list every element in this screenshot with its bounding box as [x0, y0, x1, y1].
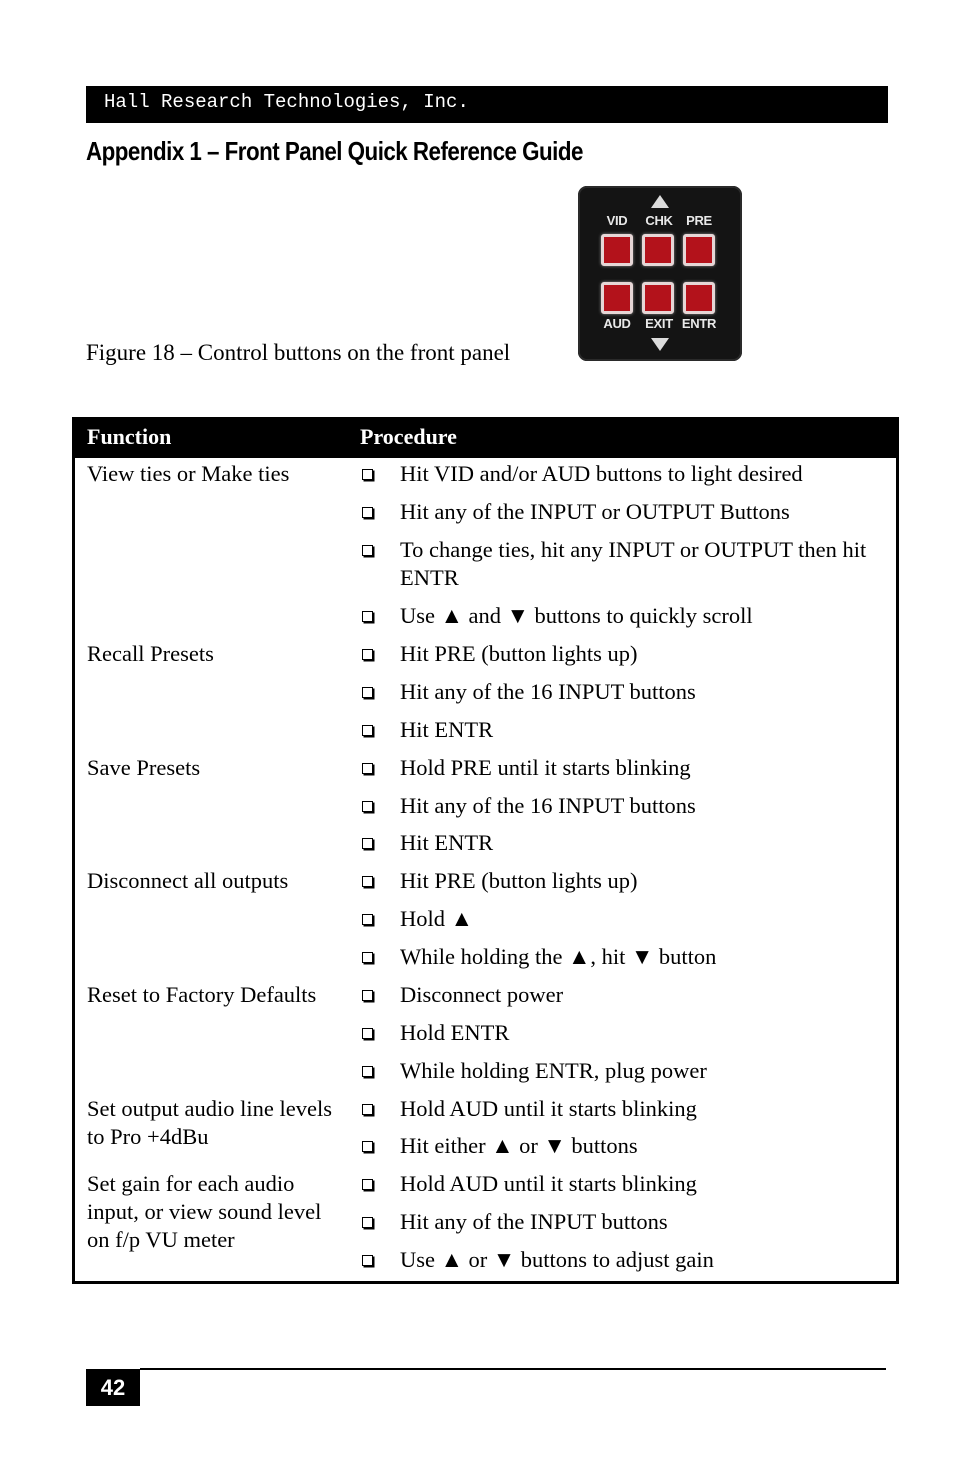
checkbox-bullet-icon: [362, 1141, 373, 1152]
checkbox-bullet-icon: [362, 545, 373, 556]
procedure-step: Hit ENTR: [362, 716, 887, 744]
function-cell: View ties or Make ties: [87, 461, 290, 486]
procedure-step-text: Hit any of the 16 INPUT buttons: [400, 679, 696, 704]
footer-rule: [140, 1368, 886, 1370]
procedure-step: Hit any of the 16 INPUT buttons: [362, 678, 887, 706]
procedure-step-text: Hold AUD until it starts blinking: [400, 1171, 697, 1196]
procedure-step: Use ▲ or ▼ buttons to adjust gain: [362, 1246, 887, 1274]
panel-button-pre: [683, 234, 715, 266]
procedure-step: Hit any of the INPUT or OUTPUT Buttons: [362, 498, 887, 526]
procedure-step-text: While holding ENTR, plug power: [400, 1058, 707, 1083]
checkbox-bullet-icon: [362, 1255, 373, 1266]
procedure-step-text: Hit VID and/or AUD buttons to light desi…: [400, 461, 803, 486]
procedure-step-text: Disconnect power: [400, 982, 564, 1007]
checkbox-bullet-icon: [362, 1104, 373, 1115]
checkbox-bullet-icon: [362, 1179, 373, 1190]
procedure-step: Hit VID and/or AUD buttons to light desi…: [362, 460, 887, 488]
procedure-step: Use ▲ and ▼ buttons to quickly scroll: [362, 602, 887, 630]
checkbox-bullet-icon: [362, 763, 373, 774]
function-cell: Save Presets: [87, 755, 201, 780]
page-number: 42: [86, 1369, 140, 1406]
checkbox-bullet-icon: [362, 687, 373, 698]
checkbox-bullet-icon: [362, 725, 373, 736]
function-cell: Set gain for each audio input, or view s…: [87, 1171, 322, 1252]
function-cell: Reset to Factory Defaults: [87, 982, 317, 1007]
panel-button-chk: [642, 234, 674, 266]
procedure-step-text: Hit PRE (button lights up): [400, 868, 638, 893]
checkbox-bullet-icon: [362, 611, 373, 622]
checkbox-bullet-icon: [362, 838, 373, 849]
procedure-step-text: Hold ENTR: [400, 1020, 510, 1045]
column-header-procedure: Procedure: [360, 424, 457, 449]
procedure-step-text: Hit PRE (button lights up): [400, 641, 638, 666]
procedure-step-text: Use ▲ or ▼ buttons to adjust gain: [400, 1247, 714, 1272]
procedure-step: Hold AUD until it starts blinking: [362, 1170, 887, 1198]
panel-label-exit: EXIT: [645, 316, 673, 331]
panel-label-chk: CHK: [645, 213, 673, 228]
panel-button-exit: [642, 282, 674, 314]
page-title: Appendix 1 – Front Panel Quick Reference…: [86, 136, 583, 166]
up-arrow-icon: [651, 195, 669, 208]
function-cell: Set output audio line levels to Pro +4dB…: [87, 1096, 332, 1149]
checkbox-bullet-icon: [362, 469, 373, 480]
panel-label-aud: AUD: [603, 316, 631, 331]
procedure-step: Hit ENTR: [362, 829, 887, 857]
panel-button-vid: [601, 234, 633, 266]
procedure-step: Hit PRE (button lights up): [362, 640, 887, 668]
procedure-step: While holding the ▲, hit ▼ button: [362, 943, 887, 971]
figure-caption: Figure 18 – Control buttons on the front…: [86, 340, 511, 365]
procedure-step: Disconnect power: [362, 981, 887, 1009]
panel-label-pre: PRE: [686, 213, 712, 228]
quick-reference-table: Function Procedure View ties or Make tie…: [72, 417, 899, 1284]
procedure-step: Hit PRE (button lights up): [362, 867, 887, 895]
procedure-step: Hit any of the 16 INPUT buttons: [362, 792, 887, 820]
procedure-step-text: Hold PRE until it starts blinking: [400, 755, 691, 780]
panel-button-entr: [683, 282, 715, 314]
down-arrow-icon: [651, 338, 669, 351]
procedure-step-text: Hit ENTR: [400, 717, 494, 742]
function-cell: Recall Presets: [87, 641, 214, 666]
procedure-step-text: Hit either ▲ or ▼ buttons: [400, 1133, 638, 1158]
checkbox-bullet-icon: [362, 914, 373, 925]
checkbox-bullet-icon: [362, 801, 373, 812]
procedure-step: Hit either ▲ or ▼ buttons: [362, 1132, 887, 1160]
procedure-step-text: Use ▲ and ▼ buttons to quickly scroll: [400, 603, 753, 628]
panel-button-aud: [601, 282, 633, 314]
checkbox-bullet-icon: [362, 990, 373, 1001]
checkbox-bullet-icon: [362, 1028, 373, 1039]
procedure-step-text: Hit ENTR: [400, 830, 494, 855]
table-header-row: Function Procedure: [75, 420, 896, 458]
procedure-step-text: While holding the ▲, hit ▼ button: [400, 944, 717, 969]
checkbox-bullet-icon: [362, 649, 373, 660]
procedure-step-text: Hold AUD until it starts blinking: [400, 1096, 697, 1121]
checkbox-bullet-icon: [362, 1066, 373, 1077]
company-name: Hall Research Technologies, Inc.: [104, 91, 469, 113]
procedure-step: To change ties, hit any INPUT or OUTPUT …: [362, 536, 887, 592]
procedure-step-text: To change ties, hit any INPUT or OUTPUT …: [400, 537, 867, 590]
checkbox-bullet-icon: [362, 876, 373, 887]
column-header-function: Function: [87, 424, 172, 449]
procedure-step-text: Hit any of the 16 INPUT buttons: [400, 793, 696, 818]
checkbox-bullet-icon: [362, 952, 373, 963]
procedure-step: Hold PRE until it starts blinking: [362, 754, 887, 782]
procedure-step-text: Hit any of the INPUT buttons: [400, 1209, 668, 1234]
procedure-step-text: Hold ▲: [400, 906, 473, 931]
panel-label-vid: VID: [606, 213, 628, 228]
procedure-step: Hold ▲: [362, 905, 887, 933]
running-header: Hall Research Technologies, Inc.: [86, 86, 888, 123]
procedure-step-text: Hit any of the INPUT or OUTPUT Buttons: [400, 499, 790, 524]
front-panel-image: VID CHK PRE AUD EXIT ENTR: [578, 186, 742, 361]
checkbox-bullet-icon: [362, 507, 373, 518]
function-cell: Disconnect all outputs: [87, 868, 289, 893]
procedure-step: While holding ENTR, plug power: [362, 1057, 887, 1085]
procedure-step: Hold AUD until it starts blinking: [362, 1095, 887, 1123]
checkbox-bullet-icon: [362, 1217, 373, 1228]
procedure-step: Hit any of the INPUT buttons: [362, 1208, 887, 1236]
procedure-step: Hold ENTR: [362, 1019, 887, 1047]
panel-label-entr: ENTR: [681, 316, 717, 331]
